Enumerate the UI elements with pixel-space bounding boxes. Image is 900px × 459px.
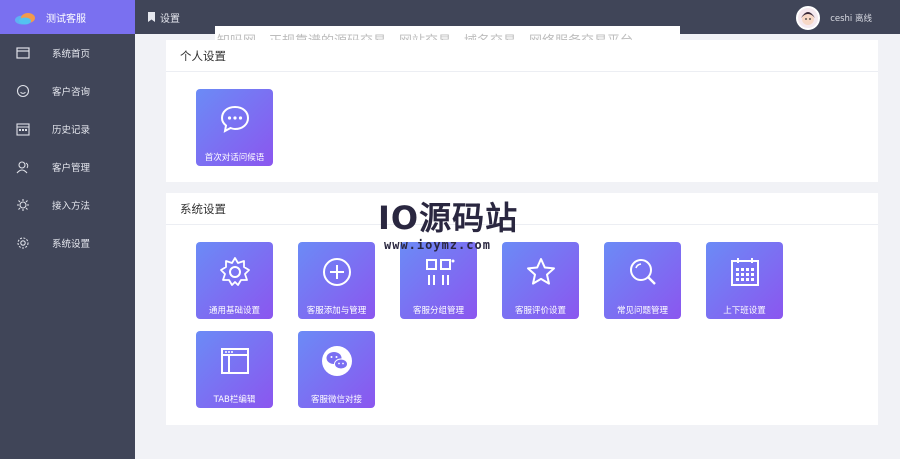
window-icon	[16, 46, 30, 60]
personal-settings-panel: 个人设置 首次对话问候语	[166, 40, 878, 182]
system-settings-panel: 系统设置 通用基础设置 客服添加与管理 客服分组管理 客服评价设置 常见问题管理…	[166, 193, 878, 425]
panel-title: 系统设置	[166, 193, 878, 225]
sidebar-item-label: 接入方法	[52, 201, 91, 212]
tile-label: 客服评价设置	[514, 306, 566, 316]
tile-label: 常见问题管理	[616, 306, 668, 316]
sidebar-item-label: 客户咨询	[52, 87, 91, 98]
sidebar-item-settings[interactable]: 系统设置	[0, 224, 135, 262]
tile-label: TAB栏编辑	[213, 395, 256, 405]
gear-spark-icon	[16, 198, 30, 212]
tile-label: 客服微信对接	[310, 395, 362, 405]
star-icon	[524, 255, 558, 289]
tile-label: 首次对话问候语	[204, 153, 265, 163]
user-name: ceshi 离线	[830, 14, 872, 24]
sidebar-item-label: 客户管理	[52, 163, 91, 174]
bookmark-icon	[148, 12, 155, 22]
sidebar-item-consult[interactable]: 客户咨询	[0, 72, 135, 110]
tile-general[interactable]: 通用基础设置	[196, 242, 273, 319]
brand-header[interactable]: 测试客服	[0, 0, 135, 34]
chat-bubble-icon	[218, 102, 252, 136]
smile-icon	[16, 84, 30, 98]
search-icon	[626, 255, 660, 289]
gear-icon	[218, 255, 252, 289]
avatar	[796, 6, 821, 30]
tile-faq[interactable]: 常见问题管理	[604, 242, 681, 319]
calendar-icon	[728, 255, 762, 289]
breadcrumb: 设置	[135, 10, 180, 25]
tile-shift[interactable]: 上下班设置	[706, 242, 783, 319]
sidebar-item-history[interactable]: 历史记录	[0, 110, 135, 148]
wechat-icon	[320, 344, 354, 378]
cloud-logo-icon	[14, 10, 36, 25]
sidebar-item-customers[interactable]: 客户管理	[0, 148, 135, 186]
tile-label: 客服分组管理	[412, 306, 464, 316]
panel-title: 个人设置	[166, 40, 878, 72]
brand-title: 测试客服	[46, 13, 86, 25]
tile-grid: 首次对话问候语	[196, 89, 816, 178]
tile-greeting[interactable]: 首次对话问候语	[196, 89, 273, 166]
tile-grid: 通用基础设置 客服添加与管理 客服分组管理 客服评价设置 常见问题管理 上下班设…	[196, 242, 816, 420]
group-icon	[422, 255, 456, 289]
sidebar-item-label: 系统首页	[52, 49, 91, 60]
tile-wechat[interactable]: 客服微信对接	[298, 331, 375, 408]
plus-circle-icon	[320, 255, 354, 289]
tile-tab-edit[interactable]: TAB栏编辑	[196, 331, 273, 408]
browser-window-icon	[218, 344, 252, 378]
breadcrumb-label: 设置	[160, 13, 180, 25]
sidebar: 测试客服 系统首页 客户咨询 历史记录 客户管理 接入方法 系统设置	[0, 0, 135, 459]
tile-label: 上下班设置	[723, 306, 766, 316]
gear-icon	[16, 236, 30, 250]
sidebar-item-label: 历史记录	[52, 125, 91, 136]
tile-rating[interactable]: 客服评价设置	[502, 242, 579, 319]
sidebar-item-home[interactable]: 系统首页	[0, 34, 135, 72]
tile-label: 通用基础设置	[208, 306, 260, 316]
users-icon	[16, 160, 30, 174]
calendar-icon	[16, 122, 30, 136]
tile-label: 客服添加与管理	[306, 306, 367, 316]
tile-agent-group[interactable]: 客服分组管理	[400, 242, 477, 319]
sidebar-item-access[interactable]: 接入方法	[0, 186, 135, 224]
tile-agent-add[interactable]: 客服添加与管理	[298, 242, 375, 319]
sidebar-item-label: 系统设置	[52, 239, 91, 250]
user-menu[interactable]: ceshi 离线	[796, 6, 872, 30]
